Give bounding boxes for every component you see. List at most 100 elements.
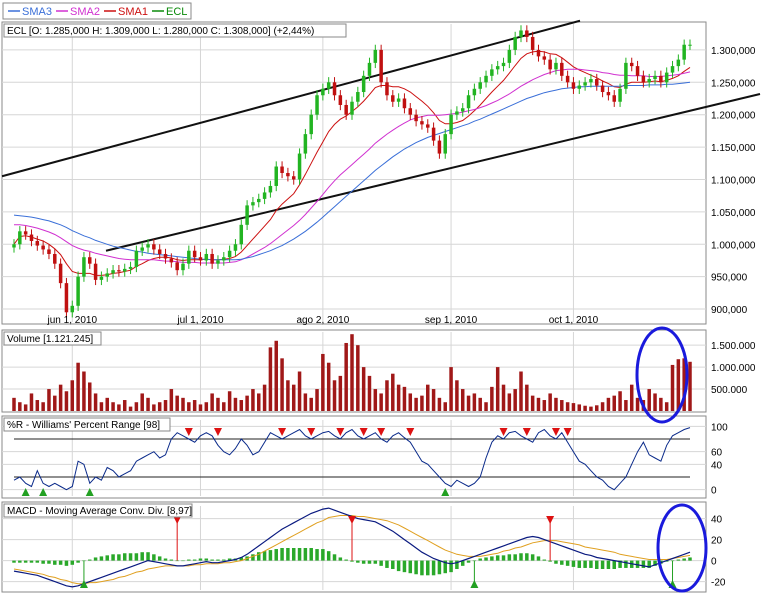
volume-bar — [233, 397, 238, 411]
williams-info-text: %R - Williams' Percent Range [98] — [7, 420, 160, 431]
volume-bar — [192, 400, 197, 411]
volume-bar — [513, 389, 517, 411]
volume-bar — [472, 393, 477, 411]
candle-up — [76, 276, 80, 306]
chart-svg: SMA3 SMA2 SMA1 ECL jun 1, 2010 jul 1, 201… — [0, 0, 763, 594]
macd-histogram-bar — [641, 560, 646, 568]
x-tick-label: sep 1, 2010 — [425, 315, 478, 326]
macd-histogram-bar — [274, 549, 278, 561]
volume-bar — [402, 386, 407, 411]
legend-label-ecl: ECL — [166, 6, 187, 18]
macd-histogram-bar — [18, 560, 22, 563]
candle-up — [239, 224, 244, 245]
macd-histogram-bar — [47, 560, 51, 564]
volume-bar — [152, 404, 156, 411]
volume-bar — [536, 397, 541, 411]
volume-bar — [664, 402, 669, 411]
volume-bar — [367, 375, 372, 411]
volume-bar — [53, 395, 57, 411]
macd-histogram-bar — [688, 557, 692, 561]
macd-histogram-bar — [187, 559, 191, 561]
macd-histogram-bar — [291, 548, 296, 561]
macd-histogram-bar — [385, 560, 389, 568]
candle-down — [163, 253, 168, 259]
volume-bar — [606, 397, 611, 411]
price-y-tick-label: 900,000 — [711, 305, 748, 316]
candle-down — [175, 262, 179, 271]
candle-up — [99, 276, 104, 280]
candle-up — [181, 263, 185, 271]
candle-up — [321, 88, 325, 96]
macd-histogram-bar — [204, 558, 209, 561]
macd-histogram-bar — [437, 560, 442, 575]
macd-histogram-bar — [192, 559, 197, 561]
volume-bar — [361, 367, 366, 411]
candle-down — [571, 82, 576, 89]
volume-bar — [245, 395, 249, 411]
macd-histogram-bar — [175, 560, 179, 562]
candle-up — [268, 185, 273, 193]
volume-bar — [600, 402, 605, 411]
volume-bar — [315, 389, 319, 411]
macd-histogram-bar — [23, 560, 28, 563]
volume-bar — [338, 375, 343, 411]
candle-up — [356, 92, 360, 102]
macd-histogram-bar — [571, 560, 576, 567]
candle-up — [187, 250, 191, 264]
volume-bar — [484, 402, 488, 411]
volume-bar — [297, 371, 302, 411]
volume-bar — [449, 367, 453, 411]
volume-bar — [257, 393, 261, 411]
candle-up — [589, 79, 593, 83]
macd-histogram-bar — [367, 560, 372, 564]
candle-down — [612, 95, 616, 102]
volume-bar — [163, 400, 168, 411]
candle-down — [548, 59, 552, 70]
macd-histogram-bar — [169, 559, 174, 561]
volume-bar — [262, 384, 267, 411]
volume-bar — [548, 393, 552, 411]
volume-bar — [146, 397, 150, 411]
macd-y-tick-label: 20 — [711, 536, 723, 547]
candle-up — [262, 192, 267, 199]
candle-down — [431, 127, 436, 141]
candle-down — [88, 257, 92, 264]
macd-histogram-bar — [12, 560, 16, 563]
macd-histogram-bar — [76, 560, 80, 563]
volume-bar — [18, 402, 22, 411]
volume-bar — [565, 402, 570, 411]
macd-histogram-bar — [612, 560, 616, 569]
macd-histogram-bar — [210, 559, 214, 561]
volume-bar — [478, 397, 482, 411]
volume-bar — [268, 347, 273, 411]
volume-bar — [47, 389, 51, 411]
price-y-tick-label: 1.300,000 — [711, 46, 756, 57]
candle-up — [396, 98, 401, 102]
macd-histogram-bar — [373, 560, 378, 564]
volume-bar — [653, 393, 657, 411]
macd-histogram-bar — [216, 559, 220, 561]
macd-histogram-bar — [391, 560, 395, 569]
macd-histogram-bar — [140, 552, 144, 561]
candle-up — [122, 268, 127, 272]
candle-up — [501, 62, 506, 67]
candle-up — [373, 49, 378, 63]
volume-bar — [303, 393, 308, 411]
macd-histogram-bar — [408, 560, 413, 574]
volume-bar — [583, 405, 587, 411]
price-info-box: ECL [O: 1.285,000 H: 1.309,000 L: 1.280,… — [3, 23, 347, 38]
candle-up — [140, 247, 144, 251]
legend: SMA3 SMA2 SMA1 ECL — [2, 2, 192, 20]
volume-bar — [408, 393, 413, 411]
candle-down — [58, 263, 63, 284]
macd-histogram-bar — [676, 559, 681, 561]
price-y-tick-label: 1.100,000 — [711, 175, 756, 186]
price-y-tick-label: 1.050,000 — [711, 208, 756, 219]
volume-bar — [222, 402, 226, 411]
macd-y-tick-label: 40 — [711, 515, 723, 526]
volume-bar — [391, 373, 395, 411]
candle-up — [18, 231, 22, 245]
candle-up — [222, 257, 226, 261]
volume-bar — [274, 340, 278, 411]
volume-bar — [128, 406, 133, 411]
